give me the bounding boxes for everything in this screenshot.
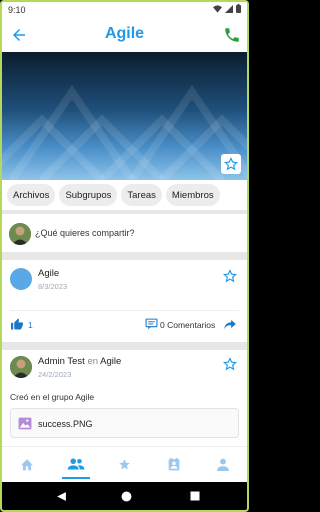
- image-icon: [18, 417, 32, 430]
- author-avatar: [10, 356, 32, 378]
- thumb-up-icon[interactable]: [10, 318, 24, 330]
- user-avatar: [9, 223, 31, 245]
- post-author-line: Admin Test en Agile: [38, 356, 121, 367]
- post-date: 8/3/2023: [38, 282, 68, 291]
- battery-icon: [236, 4, 241, 13]
- group-icon: [67, 457, 84, 470]
- post-date: 24/2/2023: [38, 370, 72, 379]
- screen: 9:10 Agile Archivos Subgrupos Tareas Mie…: [0, 0, 249, 512]
- home-circle-icon[interactable]: [121, 491, 132, 502]
- post-body: Creó en el grupo Agile: [10, 392, 95, 402]
- star-outline-icon[interactable]: [223, 269, 237, 283]
- bottom-navigation: [2, 446, 247, 482]
- system-icons: [213, 4, 241, 13]
- post-card: Admin Test en Agile 24/2/2023 Creó en el…: [2, 350, 247, 446]
- cover-pattern: [2, 84, 247, 180]
- wifi-icon: [213, 4, 222, 13]
- composer[interactable]: ¿Qué quieres compartir?: [2, 216, 247, 252]
- signal-icon: [225, 4, 233, 13]
- group-cover-image: [2, 52, 247, 180]
- phone-icon[interactable]: [223, 26, 241, 44]
- nav-profile[interactable]: [209, 451, 237, 479]
- tab-miembros[interactable]: Miembros: [165, 184, 220, 206]
- nav-groups[interactable]: [61, 451, 90, 479]
- system-navigation-bar: [2, 482, 247, 510]
- contacts-icon: [168, 458, 179, 471]
- nav-home[interactable]: [13, 451, 41, 479]
- tab-archivos[interactable]: Archivos: [7, 184, 56, 206]
- tab-tareas[interactable]: Tareas: [121, 184, 162, 206]
- like-count: 1: [28, 320, 33, 330]
- status-bar: 9:10: [2, 2, 247, 18]
- post-group[interactable]: Agile: [100, 356, 121, 367]
- composer-placeholder[interactable]: ¿Qué quieres compartir?: [35, 228, 135, 238]
- attachment-card[interactable]: success.PNG: [10, 408, 239, 438]
- divider: [2, 210, 247, 214]
- post-author[interactable]: Admin Test: [38, 356, 85, 367]
- recents-square-icon[interactable]: [190, 491, 200, 501]
- group-avatar: [10, 268, 32, 290]
- author-group-connector: en: [87, 356, 99, 367]
- app-bar: Agile: [2, 18, 247, 52]
- group-tabs: Archivos Subgrupos Tareas Miembros: [2, 184, 247, 208]
- post-author[interactable]: Agile: [38, 268, 59, 279]
- status-time: 9:10: [8, 5, 26, 15]
- home-icon: [20, 459, 33, 471]
- attachment-filename: success.PNG: [38, 419, 93, 429]
- star-outline-icon: [224, 157, 238, 171]
- favorite-group-button[interactable]: [221, 154, 241, 174]
- tab-subgrupos[interactable]: Subgrupos: [59, 184, 118, 206]
- nav-contacts[interactable]: [160, 451, 188, 479]
- post-card: Agile 8/3/2023 1 0 Comentarios: [2, 260, 247, 342]
- share-arrow-icon[interactable]: [223, 318, 237, 330]
- page-title: Agile: [104, 25, 145, 42]
- nav-favorites[interactable]: [111, 451, 139, 479]
- back-triangle-icon[interactable]: [56, 491, 67, 502]
- person-icon: [216, 458, 229, 471]
- divider: [2, 342, 247, 350]
- divider: [2, 252, 247, 260]
- post-divider: [10, 310, 239, 311]
- comment-icon[interactable]: [145, 318, 158, 330]
- star-outline-icon[interactable]: [223, 357, 237, 371]
- star-icon: [119, 459, 130, 470]
- comment-count[interactable]: 0 Comentarios: [160, 320, 215, 330]
